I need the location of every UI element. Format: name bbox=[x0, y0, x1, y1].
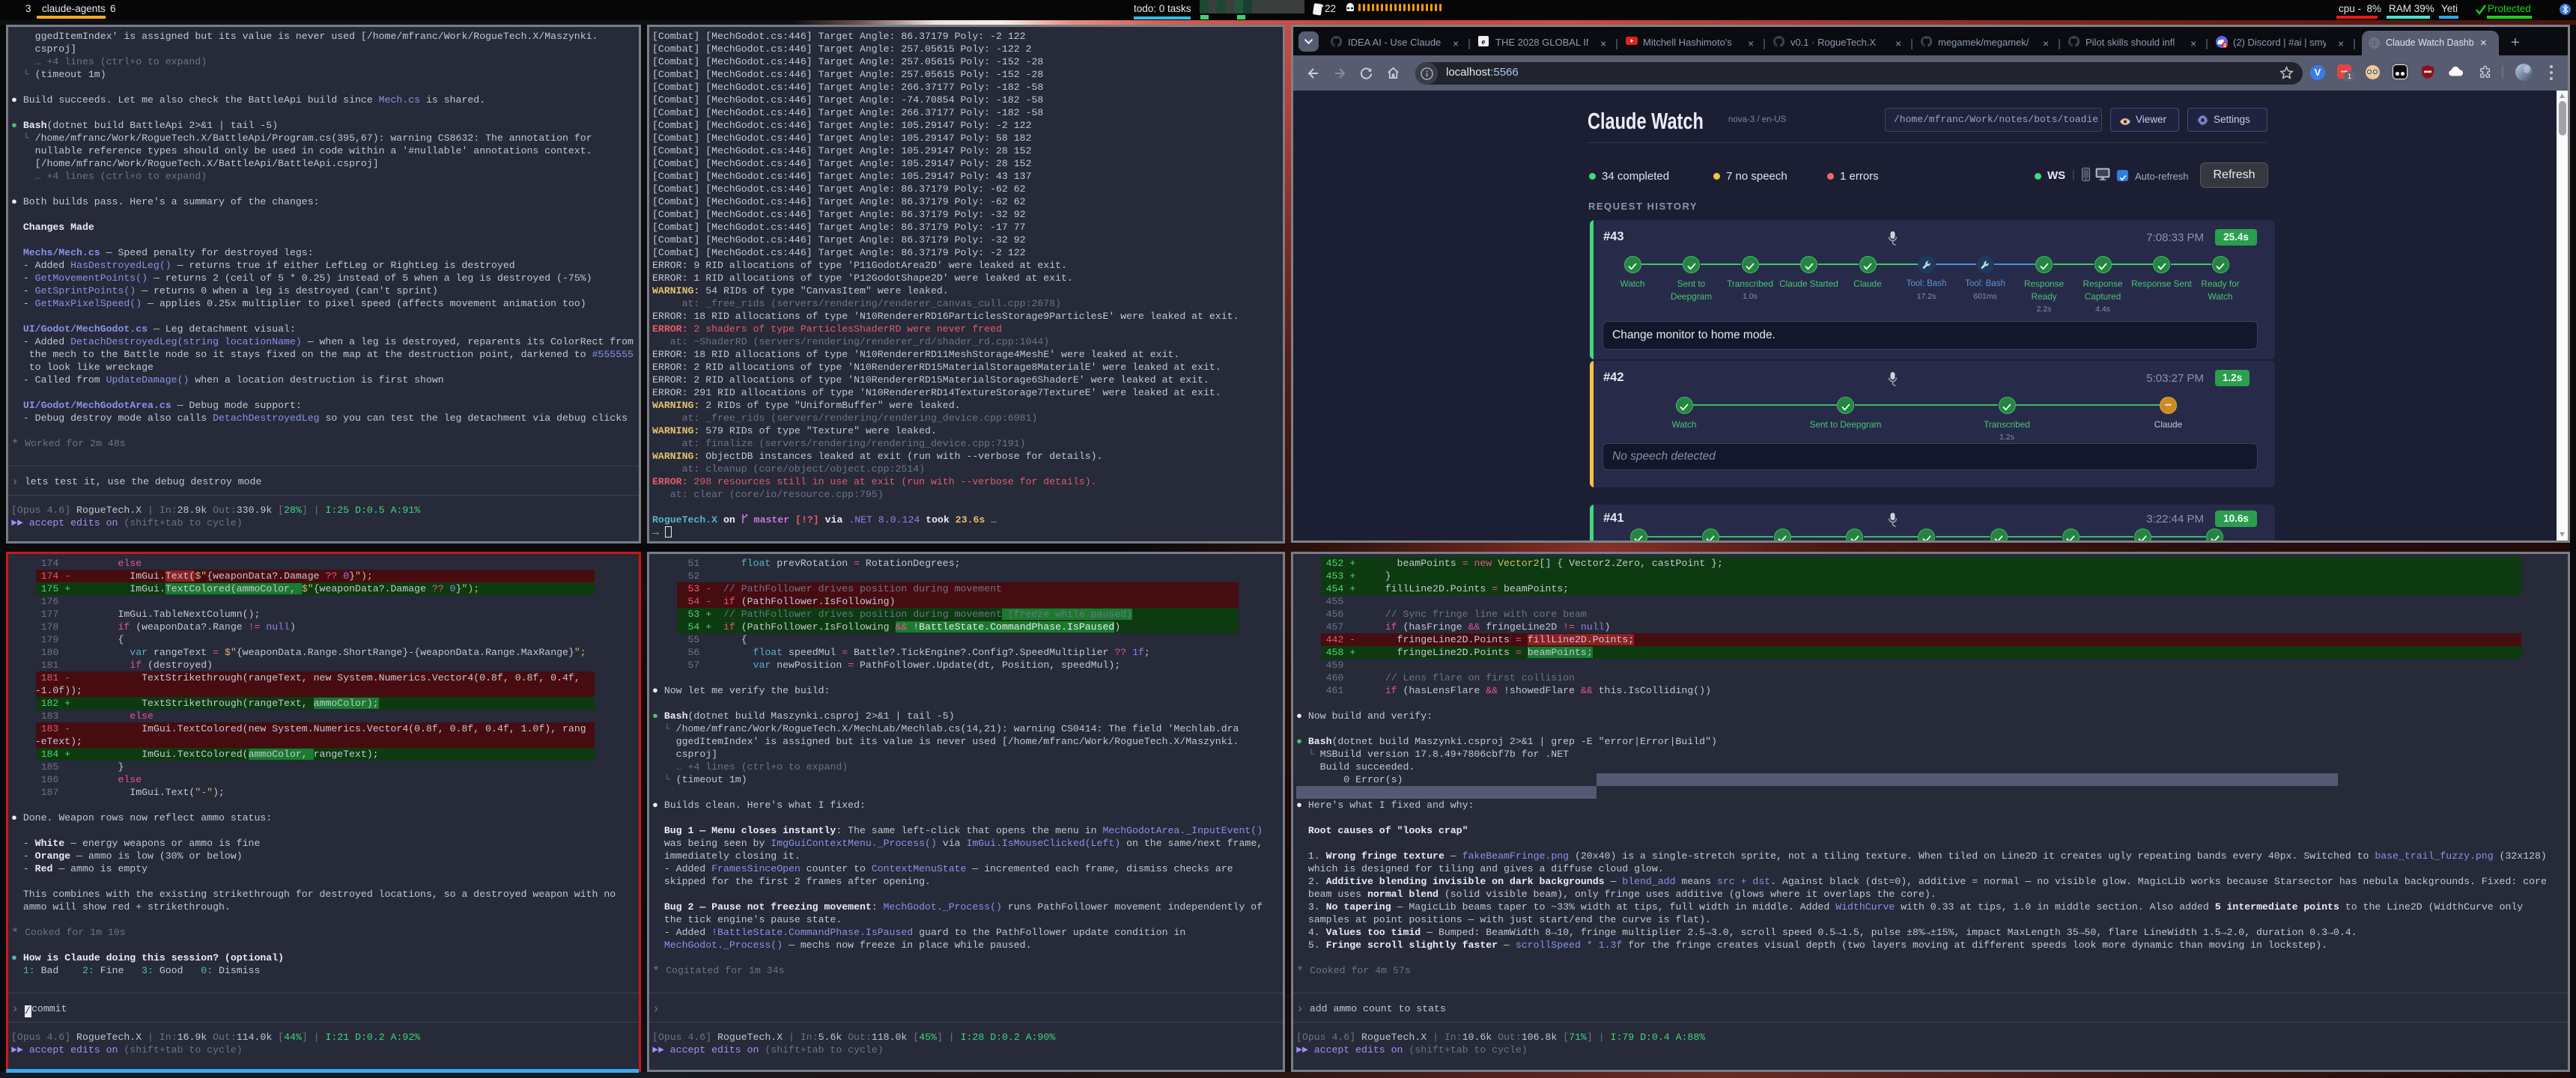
svg-text:e: e bbox=[1482, 37, 1486, 46]
svg-text:2: 2 bbox=[2223, 42, 2226, 48]
